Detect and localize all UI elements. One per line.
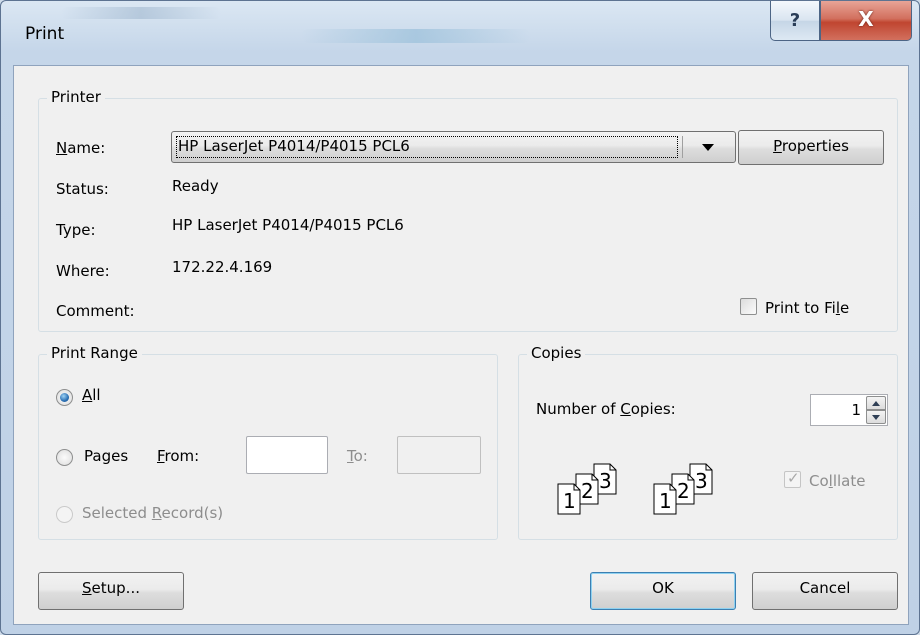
- printer-select[interactable]: HP LaserJet P4014/P4015 PCL6: [171, 131, 736, 163]
- combo-separator: [682, 136, 683, 158]
- print-dialog: Print ? X Printer Name: HP LaserJet P401…: [0, 0, 920, 635]
- collate-pages-icon: 3 2 1: [557, 463, 617, 515]
- svg-text:1: 1: [659, 489, 672, 513]
- title-bar-background: [61, 7, 221, 19]
- collate-label[interactable]: Colllate: [809, 472, 865, 490]
- close-icon: X: [858, 7, 874, 31]
- title-bar[interactable]: Print ? X: [1, 1, 919, 65]
- copies-group-label: Copies: [527, 344, 586, 362]
- where-value: 172.22.4.169: [172, 258, 273, 276]
- type-label: Type:: [56, 221, 96, 239]
- all-radio[interactable]: [56, 389, 73, 406]
- print-to-file-label[interactable]: Print to File: [765, 299, 849, 317]
- to-label: To:: [347, 447, 368, 465]
- from-page-input[interactable]: [246, 436, 328, 474]
- stepper-down-icon[interactable]: [866, 410, 886, 424]
- svg-text:2: 2: [677, 479, 690, 503]
- help-button[interactable]: ?: [770, 1, 820, 41]
- title-bar-background: [301, 29, 531, 43]
- pages-label[interactable]: Pages: [84, 447, 128, 465]
- pages-radio[interactable]: [56, 449, 73, 466]
- help-icon: ?: [789, 10, 801, 31]
- close-button[interactable]: X: [820, 1, 912, 41]
- setup-button[interactable]: Setup...: [38, 572, 184, 610]
- number-of-copies-label: Number of Copies:: [536, 400, 676, 418]
- properties-button[interactable]: Properties: [738, 130, 884, 165]
- stepper-buttons: [866, 396, 886, 424]
- collate-pages-icon: 3 2 1: [653, 463, 713, 515]
- status-value: Ready: [172, 177, 219, 195]
- name-label: Name:: [56, 139, 106, 157]
- printer-group-label: Printer: [47, 88, 105, 106]
- dialog-body: Printer Name: HP LaserJet P4014/P4015 PC…: [13, 65, 909, 625]
- to-page-input[interactable]: [397, 436, 481, 474]
- check-icon: ✓: [787, 469, 800, 487]
- ok-button[interactable]: OK: [590, 572, 736, 610]
- printer-select-value: HP LaserJet P4014/P4015 PCL6: [178, 137, 410, 155]
- copies-count: 1: [851, 401, 861, 419]
- svg-text:3: 3: [599, 469, 612, 493]
- svg-text:2: 2: [581, 479, 594, 503]
- copies-stepper[interactable]: 1: [810, 394, 888, 426]
- selected-records-label[interactable]: Selected Record(s): [82, 504, 223, 522]
- print-to-file-checkbox[interactable]: [740, 298, 757, 315]
- chevron-down-icon[interactable]: [702, 144, 714, 151]
- from-label: From:: [157, 447, 200, 465]
- selected-records-radio[interactable]: [56, 506, 73, 523]
- where-label: Where:: [56, 262, 110, 280]
- svg-text:3: 3: [695, 469, 708, 493]
- cancel-button[interactable]: Cancel: [752, 572, 898, 610]
- type-value: HP LaserJet P4014/P4015 PCL6: [172, 216, 404, 234]
- svg-text:1: 1: [563, 489, 576, 513]
- all-label[interactable]: All: [82, 386, 101, 404]
- status-label: Status:: [56, 180, 109, 198]
- dialog-title: Print: [25, 24, 65, 44]
- collate-checkbox[interactable]: ✓: [784, 469, 801, 488]
- comment-label: Comment:: [56, 302, 135, 320]
- stepper-up-icon[interactable]: [866, 396, 886, 410]
- print-range-group-label: Print Range: [47, 344, 142, 362]
